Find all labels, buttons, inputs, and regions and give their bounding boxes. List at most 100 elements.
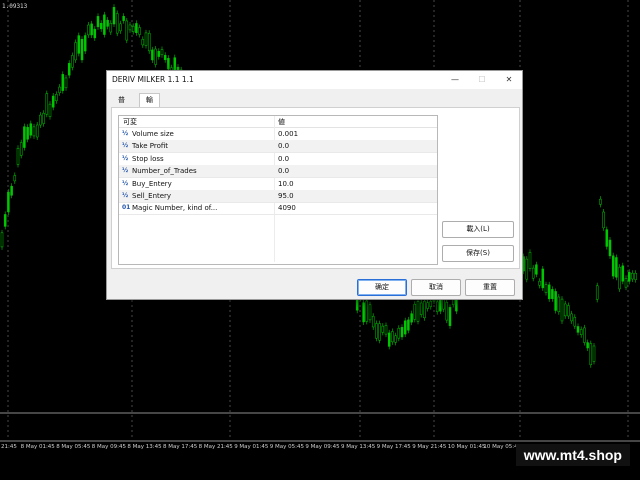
candle-body <box>563 303 567 317</box>
candle-body <box>106 19 109 27</box>
header-value: 値 <box>278 118 285 126</box>
candle-body <box>554 291 557 311</box>
table-row[interactable]: ½ Number_of_Trades 0.0 <box>119 165 437 179</box>
candle-body <box>39 114 42 126</box>
candle-body <box>83 35 87 52</box>
candle-body <box>365 300 369 322</box>
load-button[interactable]: 載入(L) <box>442 221 514 238</box>
tab-inputs[interactable]: 輸入 <box>139 93 160 117</box>
time-label: 9 May 05:45 <box>269 444 305 450</box>
table-row[interactable]: ½ Volume size 0.001 <box>119 128 437 141</box>
double-type-icon: ½ <box>122 167 129 175</box>
candle-body <box>528 252 532 269</box>
variable-value[interactable]: 0.0 <box>278 142 289 150</box>
candle-body <box>631 272 634 280</box>
candle-body <box>368 304 372 321</box>
inputs-table: 可変 値 ½ Volume size 0.001 ½ Take Profit 0.0 ½ St… <box>118 115 438 265</box>
inputs-panel: 可変 値 ½ Volume size 0.001 ½ Take Profit 0.0 ½ St… <box>111 107 520 269</box>
candle-body <box>445 302 449 321</box>
cancel-button[interactable]: 取消 <box>411 279 461 296</box>
variable-name: Volume size <box>132 130 174 138</box>
candle-body <box>634 272 637 280</box>
candle-body <box>71 55 74 68</box>
candle-body <box>23 126 26 148</box>
candle-body <box>589 343 593 365</box>
table-header: 可変 値 <box>119 116 437 128</box>
minimize-icon[interactable]: — <box>449 74 461 86</box>
candle-body <box>560 298 564 322</box>
candle-body <box>535 264 538 275</box>
candle-body <box>7 191 10 213</box>
candle-body <box>154 48 157 65</box>
candle-body <box>448 307 452 326</box>
candle-body <box>58 86 61 93</box>
candle-body <box>627 272 631 282</box>
double-type-icon: ½ <box>122 142 129 150</box>
table-row[interactable]: 01 Magic Number, kind of... 4090 <box>119 202 437 216</box>
watermark: www.mt4.shop <box>515 444 630 466</box>
ok-button[interactable]: 确定 <box>357 279 407 296</box>
candle-body <box>416 301 420 322</box>
double-type-icon: ½ <box>122 130 129 137</box>
double-type-icon: ½ <box>122 179 129 187</box>
dialog-titlebar[interactable]: DERIV MILKER 1.1 1.1 — ☐ ✕ <box>107 71 522 89</box>
candle-body <box>115 13 119 34</box>
candle-body <box>544 284 548 293</box>
candle-body <box>403 320 407 335</box>
variable-value[interactable]: 4090 <box>278 204 296 212</box>
candle-body <box>375 323 378 339</box>
candle-body <box>51 95 55 108</box>
candle-body <box>400 327 404 338</box>
candle-body <box>557 296 561 312</box>
candle-body <box>362 302 365 323</box>
candle-body <box>35 124 39 138</box>
table-row[interactable]: ½ Buy_Entery 10.0 <box>119 178 437 191</box>
candle-body <box>378 323 381 341</box>
time-label: 9 May 17:45 <box>376 444 411 450</box>
candle-body <box>599 198 602 205</box>
candle-body <box>163 55 167 61</box>
candle-body <box>586 342 589 349</box>
candle-body <box>96 16 100 28</box>
table-row[interactable]: ½ Take Profit 0.0 <box>119 140 437 154</box>
candle-body <box>67 63 71 76</box>
variable-value[interactable]: 95.0 <box>278 192 294 200</box>
candle-body <box>615 257 618 278</box>
candle-body <box>407 319 410 331</box>
time-label: 9 May 09:45 <box>305 444 340 450</box>
candle-body <box>80 38 84 61</box>
time-label: 9 May 21:45 <box>412 444 447 450</box>
candle-body <box>608 239 612 257</box>
variable-value[interactable]: 0.001 <box>278 130 298 138</box>
close-icon[interactable]: ✕ <box>503 74 515 86</box>
candle-body <box>64 77 68 89</box>
variable-value[interactable]: 10.0 <box>278 180 294 188</box>
candle-body <box>413 303 417 320</box>
candle-body <box>531 267 535 279</box>
tab-common[interactable]: 普通 <box>111 93 132 117</box>
reset-button[interactable]: 重置 <box>465 279 515 296</box>
candle-body <box>103 14 106 35</box>
ea-properties-dialog: DERIV MILKER 1.1 1.1 — ☐ ✕ 普通 輸入 可変 値 ½V… <box>106 70 523 300</box>
candle-body <box>19 142 23 156</box>
time-label: 21:45 <box>1 444 17 450</box>
save-button[interactable]: 保存(S) <box>442 245 514 262</box>
candle-body <box>3 214 7 227</box>
candle-body <box>48 103 52 117</box>
candle-body <box>131 26 135 32</box>
candle-body <box>26 127 29 140</box>
candle-body <box>167 58 170 70</box>
table-row[interactable]: ½ Stop loss 0.0 <box>119 153 437 166</box>
candle-body <box>541 268 545 289</box>
time-label: 10 May 01:45 <box>447 444 486 450</box>
variable-value[interactable]: 0.0 <box>278 167 289 175</box>
table-row[interactable]: ½ Sell_Entery 95.0 <box>119 190 437 203</box>
candle-body <box>141 39 145 46</box>
candle-body <box>157 50 161 57</box>
variable-name: Number_of_Trades <box>132 167 197 176</box>
candle-body <box>576 326 580 333</box>
variable-value[interactable]: 0.0 <box>278 155 289 163</box>
candle-body <box>13 175 17 182</box>
time-label: 8 May 21:45 <box>198 444 233 450</box>
candle-body <box>583 327 586 343</box>
